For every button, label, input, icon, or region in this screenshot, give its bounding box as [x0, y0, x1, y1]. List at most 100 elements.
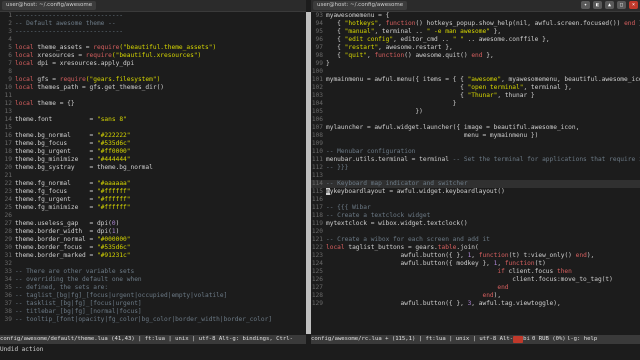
- right-code-line[interactable]: 95 { "manual", terminal .. " -e man awes…: [311, 28, 640, 36]
- left-code-line[interactable]: 32: [0, 260, 306, 268]
- right-code-line[interactable]: 98 { "quit", function() awesome.quit() e…: [311, 52, 640, 60]
- right-code-line[interactable]: 121 -- Create a wibox for each screen and…: [311, 236, 640, 244]
- left-code-line[interactable]: 24 theme.fg_urgent = "#ffffff": [0, 196, 306, 204]
- left-code-line[interactable]: 18 theme.bg_urgent = "#ff0000": [0, 148, 306, 156]
- line-number: 95: [315, 28, 323, 35]
- right-code-line[interactable]: 105 }): [311, 108, 640, 116]
- left-code-line[interactable]: 13: [0, 108, 306, 116]
- right-code-line[interactable]: 100: [311, 68, 640, 76]
- right-code-line[interactable]: 107 mylauncher = awful.widget.launcher({ …: [311, 124, 640, 132]
- code-token: themes_path = gfs.get_themes_dir(): [37, 84, 165, 91]
- right-code-line[interactable]: 125 if client.focus then: [311, 268, 640, 276]
- left-code-line[interactable]: 28 theme.border_width = dpi(1): [0, 228, 306, 236]
- left-code-line[interactable]: 25 theme.fg_minimize = "#ffffff": [0, 204, 306, 212]
- left-code-line[interactable]: 19 theme.bg_minimize = "#444444": [0, 156, 306, 164]
- sticky-icon[interactable]: ✦: [581, 1, 590, 9]
- left-code-line[interactable]: 15: [0, 124, 306, 132]
- right-code-line[interactable]: 99}: [311, 60, 640, 68]
- left-code-line[interactable]: 31 theme.border_marked = "#91231c": [0, 252, 306, 260]
- right-code-line[interactable]: 104 }: [311, 100, 640, 108]
- right-code-line[interactable]: 113: [311, 172, 640, 180]
- right-code-line[interactable]: 109: [311, 140, 640, 148]
- right-code-line[interactable]: 122 local taglist_buttons = gears.table.j…: [311, 244, 640, 252]
- line-number: 15: [4, 124, 12, 131]
- right-code-line[interactable]: 123 awful.button({ }, 1, function(t) t:v…: [311, 252, 640, 260]
- command-line[interactable]: Undid action: [0, 345, 640, 360]
- code-token: "#ff0000": [96, 148, 131, 155]
- right-code-line[interactable]: 94 { "hotkeys", function() hotkeys_popup…: [311, 20, 640, 28]
- left-editor-pane[interactable]: 1 ----------------------------- 2 -- Defaul…: [0, 12, 306, 334]
- left-code-line[interactable]: 5 local theme_assets = require("beautiful…: [0, 44, 306, 52]
- left-code-line[interactable]: 3 -----------------------------: [0, 28, 306, 36]
- right-code-line[interactable]: 124 awful.button({ modkey }, 1, function…: [311, 260, 640, 268]
- right-code-line[interactable]: 106: [311, 116, 640, 124]
- maximize-icon[interactable]: □: [617, 1, 626, 9]
- left-code-line[interactable]: 21: [0, 172, 306, 180]
- left-code-line[interactable]: 7 local dpi = xresources.apply_dpi: [0, 60, 306, 68]
- close-icon[interactable]: ×: [629, 1, 638, 9]
- left-code-line[interactable]: 34 -- overriding the default one when: [0, 276, 306, 284]
- right-code-line[interactable]: 127 end: [311, 284, 640, 292]
- code-token: -- overriding the default one when: [15, 276, 142, 283]
- left-code-line[interactable]: 16 theme.bg_normal = "#222222": [0, 132, 306, 140]
- code-token: client.focus: [504, 268, 557, 275]
- line-number: 30: [4, 244, 12, 251]
- left-code-line[interactable]: 4: [0, 36, 306, 44]
- line-number: 125: [311, 268, 323, 275]
- right-code-line[interactable]: 97 { "restart", awesome.restart },: [311, 44, 640, 52]
- left-code-line[interactable]: 29 theme.border_normal = "#000000": [0, 236, 306, 244]
- left-code-line[interactable]: 20 theme.bg_systray = theme.bg_normal: [0, 164, 306, 172]
- ontop-icon[interactable]: ▲: [605, 1, 614, 9]
- left-code-line[interactable]: 39 -- tooltip_[font|opacity|fg_color|bg_c…: [0, 316, 306, 324]
- left-code-line[interactable]: 30 theme.border_focus = "#535d6c": [0, 244, 306, 252]
- left-code-line[interactable]: 22 theme.fg_normal = "#aaaaaa": [0, 180, 306, 188]
- left-code-line[interactable]: 12 local theme = {}: [0, 100, 306, 108]
- left-code-line[interactable]: 23 theme.fg_focus = "#ffffff": [0, 188, 306, 196]
- line-number: 98: [315, 52, 323, 59]
- right-editor-pane[interactable]: 93 myawesomemenu = {94 { "hotkeys", funct…: [311, 12, 640, 334]
- right-code-line[interactable]: 96 { "edit config", editor_cmd .. " " ..…: [311, 36, 640, 44]
- left-code-line[interactable]: 33 -- There are other variable sets: [0, 268, 306, 276]
- left-code-line[interactable]: 36 -- taglist_[bg|fg]_[focus|urgent|occup…: [0, 292, 306, 300]
- left-code-line[interactable]: 8: [0, 68, 306, 76]
- right-code-line[interactable]: 101 mymainmenu = awful.menu({ items = { {…: [311, 76, 640, 84]
- code-token: theme.border_width = dpi(: [15, 228, 112, 235]
- left-code-line[interactable]: 38 -- titlebar_[bg|fg]_[normal|focus]: [0, 308, 306, 316]
- left-code-line[interactable]: 37 -- tasklist_[bg|fg]_[focus|urgent]: [0, 300, 306, 308]
- right-code-line[interactable]: 114 -- Keyboard map indicator and switche…: [311, 180, 640, 188]
- right-window-tab[interactable]: user@host: ~/.config/awesome: [313, 1, 408, 10]
- left-code-line[interactable]: 6 local xresources = require("beautiful.x…: [0, 52, 306, 60]
- right-code-line[interactable]: 110 -- Menubar configuration: [311, 148, 640, 156]
- right-code-line[interactable]: 115 mykeyboardlayout = awful.widget.keybo…: [311, 188, 640, 196]
- left-code-line[interactable]: 27 theme.useless_gap = dpi(0): [0, 220, 306, 228]
- left-code-line[interactable]: 14 theme.font = "sans 8": [0, 116, 306, 124]
- right-code-line[interactable]: 111 menubar.utils.terminal = terminal -- …: [311, 156, 640, 164]
- right-code-line[interactable]: 103 { "Thunar", thunar }: [311, 92, 640, 100]
- right-code-line[interactable]: 108 menu = mymainmenu }): [311, 132, 640, 140]
- right-code-line[interactable]: 117 -- {{{ Wibar: [311, 204, 640, 212]
- right-code-line[interactable]: 120: [311, 228, 640, 236]
- left-code-line[interactable]: 9 local gfs = require("gears.filesystem"): [0, 76, 306, 84]
- left-code-line[interactable]: 2 -- Default awesome theme --: [0, 20, 306, 28]
- left-code-line[interactable]: 11: [0, 92, 306, 100]
- left-window-tab[interactable]: user@host: ~/.config/awesome: [2, 1, 97, 10]
- line-number: 4: [8, 36, 12, 43]
- right-code-line[interactable]: 129 awful.button({ }, 3, awful.tag.viewt…: [311, 300, 640, 308]
- left-code-line[interactable]: 17 theme.bg_focus = "#535d6c": [0, 140, 306, 148]
- code-token: -- There are other variable sets: [15, 268, 135, 275]
- right-code-line[interactable]: 128 end),: [311, 292, 640, 300]
- right-code-line[interactable]: 102 { "open terminal", terminal },: [311, 84, 640, 92]
- left-code-line[interactable]: 35 -- defined, the sets are:: [0, 284, 306, 292]
- left-code-line[interactable]: 26: [0, 212, 306, 220]
- left-code-line[interactable]: 1 -----------------------------: [0, 12, 306, 20]
- right-code-line[interactable]: 116: [311, 196, 640, 204]
- code-token: end: [575, 252, 587, 259]
- right-code-line[interactable]: 118 -- Create a textclock widget: [311, 212, 640, 220]
- left-code-line[interactable]: 10 local themes_path = gfs.get_themes_dir…: [0, 84, 306, 92]
- right-code-line[interactable]: 112 -- }}}: [311, 164, 640, 172]
- right-code-line[interactable]: 126 client.focus:move_to_tag(t): [311, 276, 640, 284]
- right-code-line[interactable]: 93 myawesomemenu = {: [311, 12, 640, 20]
- right-code-line[interactable]: 119 mytextclock = wibox.widget.textclock(…: [311, 220, 640, 228]
- floating-icon[interactable]: ◧: [593, 1, 602, 9]
- line-number: 93: [315, 12, 323, 19]
